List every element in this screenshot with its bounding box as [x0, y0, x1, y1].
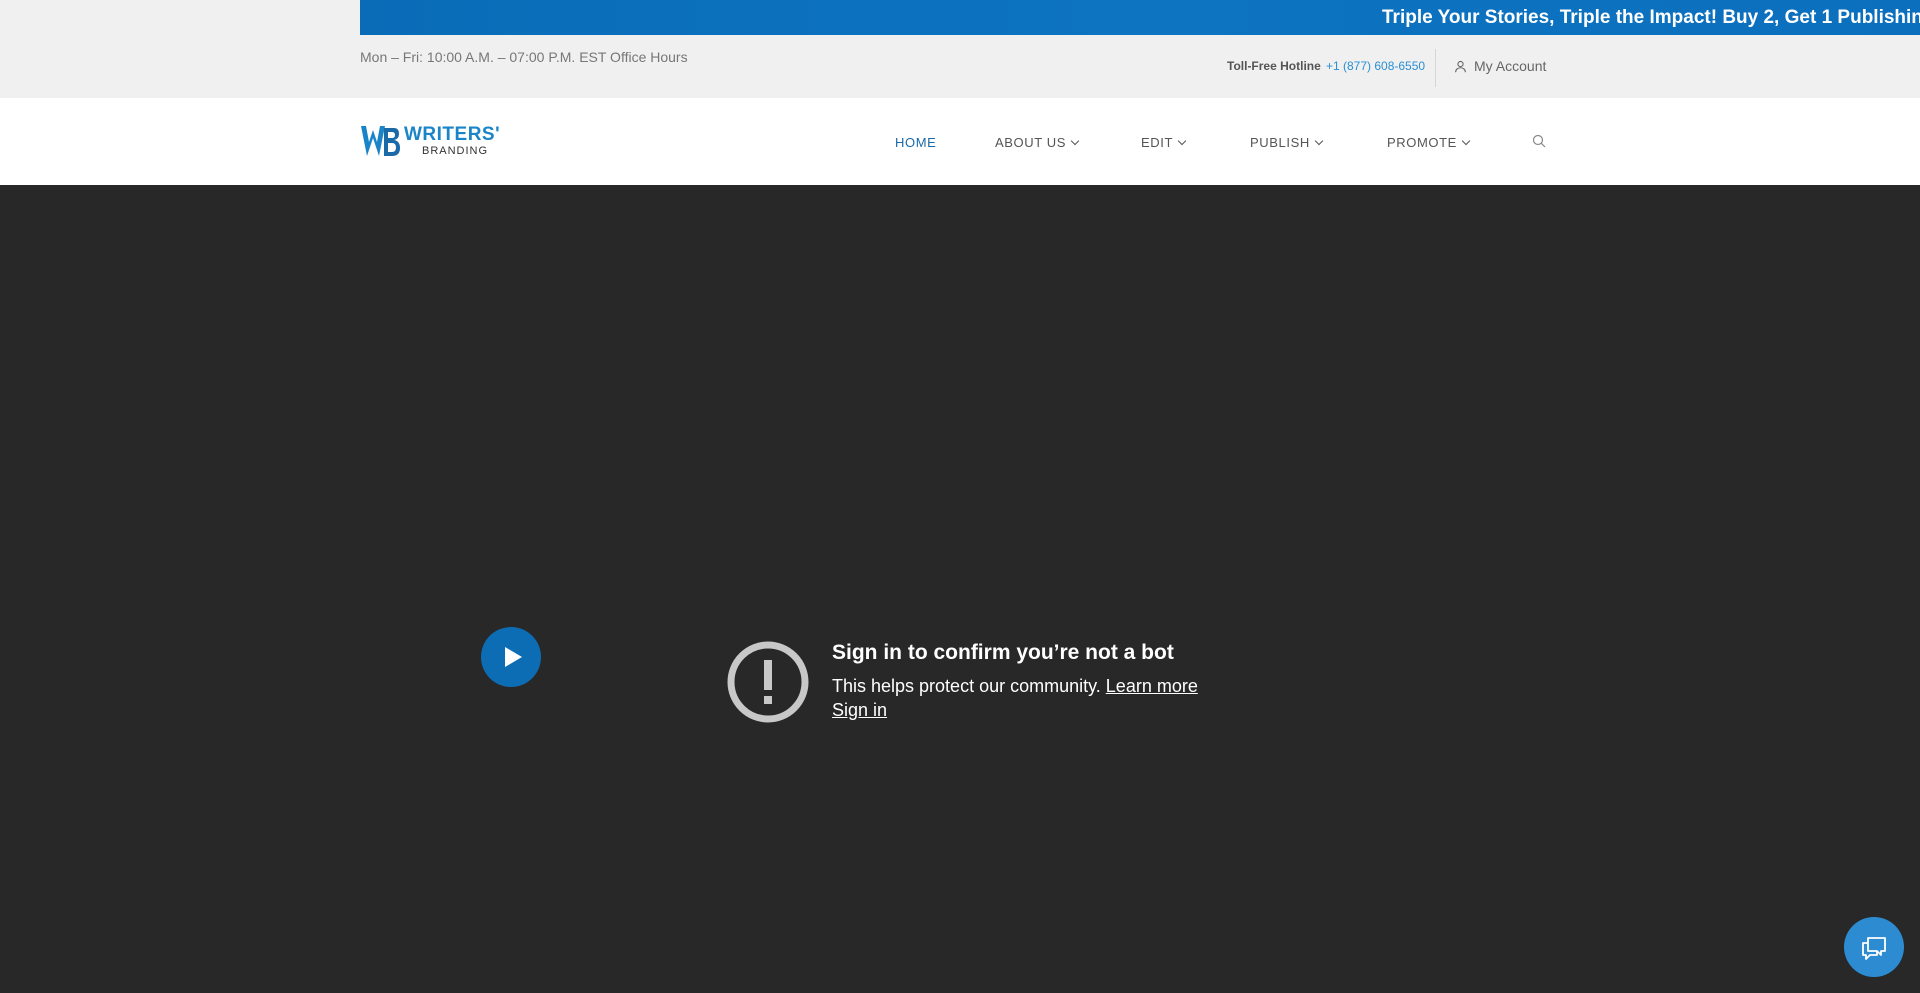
nav-home[interactable]: HOME [895, 135, 936, 150]
promo-banner[interactable]: Triple Your Stories, Triple the Impact! … [360, 0, 1920, 35]
site-header: WRITERS' BRANDING HOME ABOUT US EDIT PUB… [0, 98, 1920, 185]
office-hours: Mon – Fri: 10:00 A.M. – 07:00 P.M. EST O… [360, 49, 688, 65]
hotline-number-link[interactable]: +1 (877) 608-6550 [1326, 59, 1425, 73]
hotline-label: Toll-Free Hotline [1227, 59, 1321, 73]
divider [1435, 49, 1436, 87]
chevron-down-icon [1070, 136, 1080, 146]
main-nav: HOME ABOUT US EDIT PUBLISH PROMOTE [0, 135, 1920, 151]
nav-publish[interactable]: PUBLISH [1250, 135, 1324, 150]
bot-check-message: This helps protect our community. Learn … [832, 676, 1198, 697]
play-button[interactable] [481, 627, 541, 687]
my-account-link[interactable]: My Account [1454, 58, 1546, 74]
nav-publish-label: PUBLISH [1250, 135, 1310, 150]
chevron-down-icon [1461, 136, 1471, 146]
top-bar: Triple Your Stories, Triple the Impact! … [0, 0, 1920, 98]
chevron-down-icon [1177, 136, 1187, 146]
my-account-label: My Account [1474, 58, 1547, 74]
nav-about-us-label: ABOUT US [995, 135, 1067, 150]
learn-more-link[interactable]: Learn more [1106, 676, 1198, 696]
nav-home-label: HOME [895, 135, 937, 150]
search-icon[interactable] [1532, 134, 1546, 148]
nav-promote-label: PROMOTE [1387, 135, 1457, 150]
promo-banner-text: Triple Your Stories, Triple the Impact! … [1382, 7, 1920, 28]
exclamation-circle-icon [727, 641, 809, 723]
nav-promote[interactable]: PROMOTE [1387, 135, 1471, 150]
chat-button[interactable] [1844, 917, 1904, 977]
sign-in-link[interactable]: Sign in [832, 700, 887, 721]
nav-edit-label: EDIT [1141, 135, 1174, 150]
nav-about-us[interactable]: ABOUT US [995, 135, 1080, 150]
bot-check-body: This helps protect our community. [832, 676, 1101, 696]
nav-edit[interactable]: EDIT [1141, 135, 1187, 150]
play-icon [505, 647, 522, 667]
user-icon [1455, 60, 1466, 72]
chat-icon [1862, 937, 1886, 960]
chevron-down-icon [1314, 136, 1324, 146]
bot-check-title: Sign in to confirm you’re not a bot [832, 641, 1174, 664]
video-player[interactable]: Sign in to confirm you’re not a bot This… [0, 185, 1920, 993]
